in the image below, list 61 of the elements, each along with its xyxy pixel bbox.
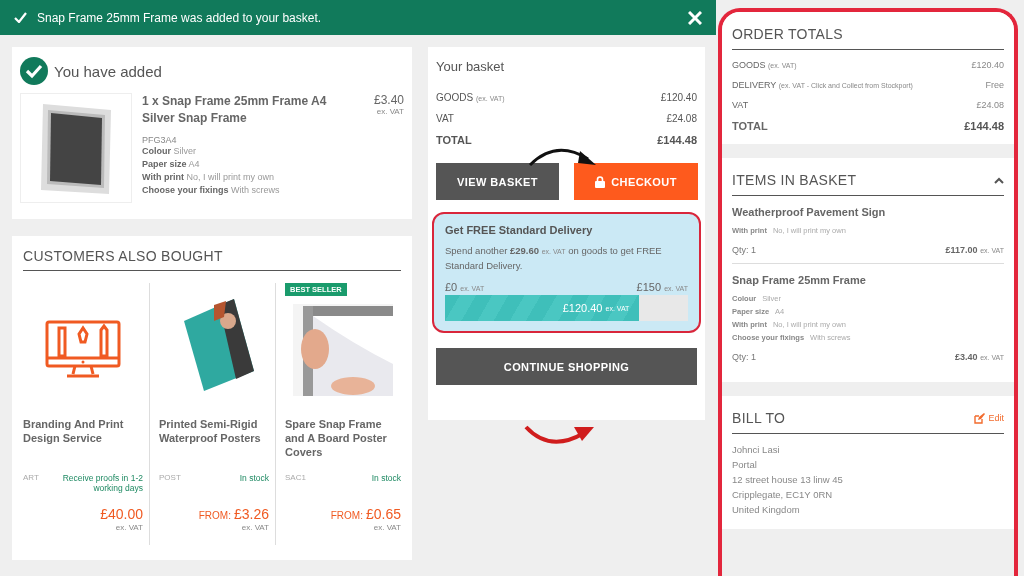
item-quantity: Qty: 1 — [732, 352, 756, 362]
edit-link[interactable]: Edit — [974, 412, 1004, 424]
product-price: FROM: £3.26 — [198, 505, 269, 522]
price-note: ex. VAT — [372, 523, 401, 532]
summary-value: £144.48 — [657, 134, 697, 146]
address-line: United Kingdom — [732, 503, 801, 517]
section-title: ORDER TOTALS — [732, 26, 843, 42]
total-value: £144.48 — [964, 120, 1004, 132]
address-line: Portal — [732, 458, 758, 472]
total-label: TOTAL — [732, 120, 768, 132]
basket-title: Your basket — [436, 59, 506, 74]
product-name[interactable]: Spare Snap Frame and A Board Poster Covers — [285, 417, 401, 467]
product-name[interactable]: Branding And Print Design Service — [23, 417, 143, 467]
product-attribute: Choose your fixings With screws — [142, 184, 281, 197]
monitor-icon — [45, 320, 121, 380]
stock-status: In stock — [371, 473, 401, 483]
total-value: £120.40 — [971, 60, 1004, 70]
view-basket-button[interactable]: VIEW BASKET — [436, 163, 559, 200]
summary-label: TOTAL — [436, 134, 472, 146]
stock-status: In stock — [239, 473, 269, 483]
price-note: ex. VAT — [240, 523, 269, 532]
product-code: POST — [159, 473, 181, 482]
close-icon[interactable] — [688, 10, 702, 25]
product-name[interactable]: Printed Semi-Rigid Waterproof Posters — [159, 417, 269, 467]
summary-value: £24.08 — [666, 113, 697, 124]
product-code: SAC1 — [285, 473, 306, 482]
item-quantity: Qty: 1 — [732, 245, 756, 255]
price-note: ex. VAT — [114, 523, 143, 532]
section-title: CUSTOMERS ALSO BOUGHT — [23, 246, 401, 271]
product-price: FROM: £0.65 — [330, 505, 401, 522]
notification-text: Snap Frame 25mm Frame was added to your basket. — [37, 10, 323, 25]
delivery-title: Get FREE Standard Delivery — [445, 224, 594, 236]
product-price: £40.00 — [100, 505, 143, 522]
product-attribute: Paper size A4 — [142, 158, 201, 171]
price-note: ex. VAT — [375, 107, 404, 116]
check-circle-icon — [20, 57, 48, 85]
summary-label: VAT — [436, 113, 454, 124]
total-label: VAT — [732, 100, 749, 110]
stock-status: Receive proofs in 1-2 working days — [61, 473, 143, 493]
address-line: Johnci Lasi — [732, 443, 781, 457]
checkout-button[interactable]: CHECKOUT — [574, 163, 698, 200]
product-name: 1 x Snap Frame 25mm Frame A4 Silver Snap Frame — [142, 93, 328, 127]
product-code: ART — [23, 473, 39, 482]
added-title: You have added — [54, 62, 162, 80]
lock-icon — [595, 175, 606, 188]
product-attribute: Colour Silver — [142, 145, 198, 158]
product-attribute: With print No, I will print my own — [142, 171, 275, 184]
check-icon — [14, 12, 27, 23]
summary-value: £120.40 — [660, 92, 697, 103]
total-value: Free — [985, 80, 1004, 90]
address-line: Cripplegate, EC1Y 0RN — [732, 488, 834, 502]
continue-shopping-button[interactable]: CONTINUE SHOPPING — [436, 348, 697, 385]
address-line: 12 street house 13 linw 45 — [732, 473, 844, 487]
item-name: Snap Frame 25mm Frame — [732, 274, 867, 286]
section-title: BILL TO — [732, 410, 786, 426]
product-price: £3.40 — [373, 93, 404, 107]
total-value: £24.08 — [976, 100, 1004, 110]
item-name: Weatherproof Pavement Sign — [732, 206, 887, 218]
section-title: ITEMS IN BASKET — [732, 172, 857, 188]
chevron-up-icon[interactable] — [994, 176, 1004, 184]
product-sku: PFG3A4 — [142, 135, 178, 145]
